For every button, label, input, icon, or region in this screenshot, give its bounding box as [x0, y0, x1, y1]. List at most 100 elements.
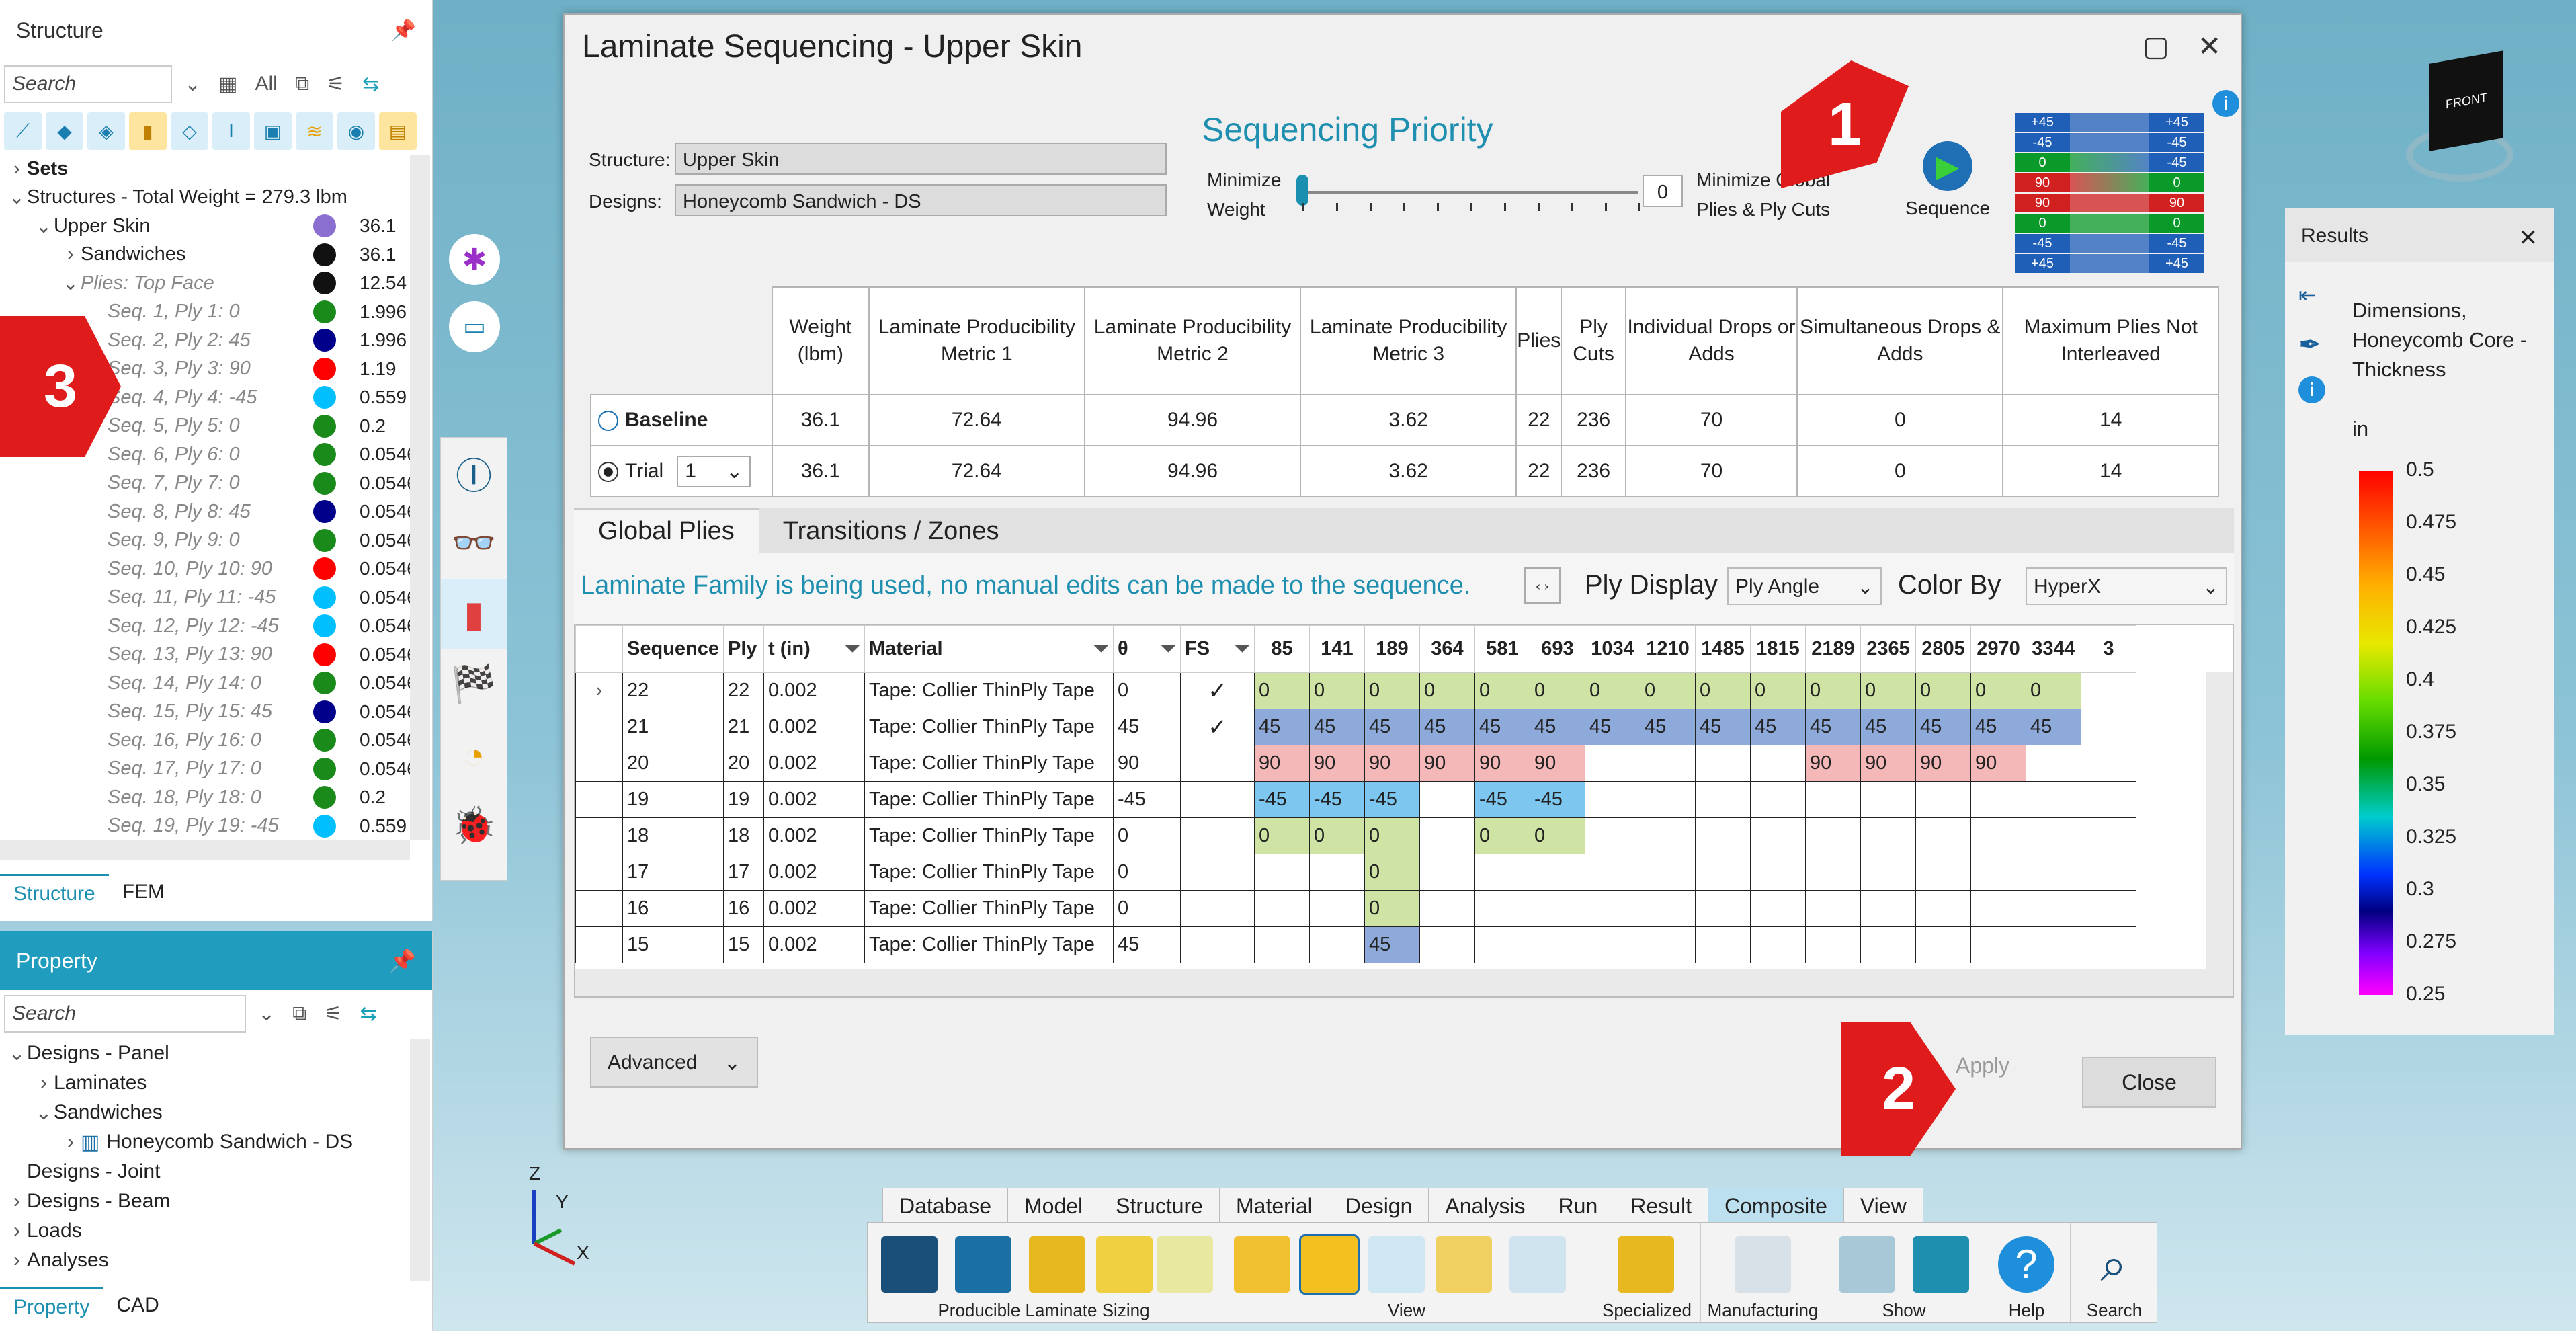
- property-tree-item[interactable]: › Analyses: [0, 1246, 410, 1275]
- property-scrollbar[interactable]: [410, 1039, 430, 1281]
- ribbon-tab[interactable]: Run: [1541, 1188, 1615, 1223]
- chevron-right-icon[interactable]: ›: [7, 1249, 27, 1272]
- eye-icon[interactable]: ◉: [337, 112, 375, 150]
- ibeam-icon[interactable]: Ι: [212, 112, 250, 150]
- filter-icon[interactable]: ⏷: [845, 638, 860, 660]
- table-row[interactable]: 17 17 0.002 Tape: Collier ThinPly Tape 0 0: [575, 854, 2136, 891]
- table-row[interactable]: 18 18 0.002 Tape: Collier ThinPly Tape 0 0 0 0 0…: [575, 817, 2136, 854]
- ply-display-select[interactable]: Ply Angle ⌄: [1727, 567, 1882, 605]
- grid-header[interactable]: Ply: [723, 625, 764, 673]
- ply-tree-item[interactable]: Seq. 10, Ply 10: 90 0.0546: [0, 555, 410, 583]
- tab-property[interactable]: Property: [0, 1287, 103, 1326]
- property-tree-item[interactable]: ⌄ Sandwiches: [0, 1098, 410, 1127]
- ribbon-tab[interactable]: Structure: [1099, 1188, 1220, 1223]
- layers-icon[interactable]: ≋: [296, 112, 333, 150]
- structure-tree-item[interactable]: › Sandwiches 36.1: [0, 241, 410, 270]
- ply-active-icon[interactable]: [1299, 1234, 1360, 1295]
- structure-scrollbar[interactable]: [410, 155, 430, 840]
- tab-structure[interactable]: Structure: [0, 874, 109, 912]
- filter-icon[interactable]: ▦: [213, 73, 243, 96]
- priority-slider-thumb[interactable]: [1296, 175, 1308, 206]
- chevron-right-icon[interactable]: ›: [60, 1131, 81, 1154]
- slider-value-field[interactable]: 0: [1643, 175, 1683, 207]
- laminate-table-icon[interactable]: [881, 1236, 938, 1293]
- ply-tree-item[interactable]: Seq. 17, Ply 17: 0 0.0546: [0, 755, 410, 784]
- chevron-right-icon[interactable]: ›: [7, 1219, 27, 1242]
- ply-stack-icon[interactable]: [1436, 1236, 1492, 1293]
- hierarchy-icon[interactable]: ⚟: [321, 73, 350, 96]
- ply-tree-item[interactable]: Seq. 16, Ply 16: 0 0.0546: [0, 726, 410, 755]
- grid-icon[interactable]: ▤: [379, 112, 417, 150]
- legend-icon[interactable]: ▮: [441, 579, 507, 649]
- trial-radio[interactable]: Trial 1 ⌄: [590, 445, 773, 497]
- structure-tree-item[interactable]: ⌄ Structures - Total Weight = 279.3 lbm: [0, 184, 410, 212]
- priority-slider-track[interactable]: [1302, 191, 1638, 194]
- structure-tree-item[interactable]: ⌄ Upper Skin 36.1: [0, 212, 410, 241]
- ply-tree-item[interactable]: Seq. 19, Ply 19: -45 0.559: [0, 812, 410, 841]
- ply-tree-item[interactable]: Seq. 9, Ply 9: 0 0.0546: [0, 526, 410, 555]
- ply-tree-item[interactable]: Seq. 8, Ply 8: 45 0.0546: [0, 497, 410, 526]
- structure-tree-item[interactable]: › Sets: [0, 155, 410, 184]
- panel-icon[interactable]: ◇: [171, 112, 208, 150]
- chevron-down-icon[interactable]: ⌄: [34, 1101, 54, 1125]
- ribbon-tab[interactable]: Result: [1614, 1188, 1708, 1223]
- property-tree-item[interactable]: ⌄ Designs - Panel: [0, 1039, 410, 1068]
- text-play-icon[interactable]: Ⓘ: [441, 438, 507, 508]
- ply-tree-item[interactable]: Seq. 15, Ply 15: 45 0.0546: [0, 698, 410, 727]
- row-selector[interactable]: [575, 745, 623, 782]
- chevron-down-icon[interactable]: ⌄: [253, 1002, 280, 1026]
- structure-tree-item[interactable]: ⌄ Plies: Top Face 12.54: [0, 269, 410, 298]
- ribbon-tab[interactable]: Analysis: [1428, 1188, 1542, 1223]
- table-row[interactable]: 16 16 0.002 Tape: Collier ThinPly Tape 0 0: [575, 890, 2136, 927]
- chevron-right-icon[interactable]: ›: [34, 1072, 54, 1094]
- ply-tree-item[interactable]: Seq. 11, Ply 11: -45 0.0546: [0, 583, 410, 612]
- property-tree-item[interactable]: › Laminates: [0, 1068, 410, 1098]
- help-icon[interactable]: ?: [1998, 1236, 2054, 1293]
- grid-vscrollbar[interactable]: [2206, 672, 2233, 972]
- table-row[interactable]: › 22 22 0.002 Tape: Collier ThinPly Tape 0 ✓ 0 0…: [575, 672, 2136, 709]
- property-tree-item[interactable]: › Loads: [0, 1216, 410, 1246]
- trial-number-select[interactable]: 1 ⌄: [677, 455, 751, 487]
- close-button[interactable]: Close: [2082, 1057, 2216, 1108]
- cube-icon[interactable]: ▣: [254, 112, 292, 150]
- chevron-down-icon[interactable]: ⌄: [34, 214, 54, 238]
- property-tree-item[interactable]: › Designs - Beam: [0, 1186, 410, 1216]
- sequence-button[interactable]: ▶ Sequence: [1901, 141, 1995, 229]
- tab-transitions-zones[interactable]: Transitions / Zones: [759, 510, 1024, 553]
- donut-icon[interactable]: ◔: [441, 720, 507, 791]
- radio-unselected-icon[interactable]: [598, 411, 618, 432]
- layers-gold-icon[interactable]: [1029, 1236, 1085, 1293]
- structure-search-input[interactable]: Search: [4, 65, 172, 103]
- row-selector[interactable]: [575, 709, 623, 745]
- structure-hscrollbar[interactable]: [0, 840, 410, 860]
- ply-tree-item[interactable]: Seq. 18, Ply 18: 0 0.2: [0, 783, 410, 812]
- pin-icon[interactable]: 📌: [389, 948, 416, 973]
- baseline-row[interactable]: Baseline 36.1 72.64 94.96 3.62 22 236 70…: [590, 394, 2219, 446]
- sync-icon[interactable]: ⇆: [357, 73, 384, 96]
- ply-tree-item[interactable]: Seq. 12, Ply 12: -45 0.0546: [0, 612, 410, 641]
- copy-icon[interactable]: ⧉: [287, 1002, 312, 1025]
- chevron-down-icon[interactable]: ⌄: [7, 186, 27, 209]
- filter-icon[interactable]: ⏷: [1161, 638, 1176, 660]
- chevron-down-icon[interactable]: ⌄: [7, 1042, 27, 1065]
- radio-selected-icon[interactable]: [598, 461, 618, 482]
- sync-icon[interactable]: ⇆: [354, 1002, 382, 1026]
- table-row[interactable]: 20 20 0.002 Tape: Collier ThinPly Tape 90 90 9…: [575, 745, 2136, 782]
- row-selector[interactable]: [575, 926, 623, 963]
- manufacturing-icon[interactable]: [1735, 1236, 1791, 1293]
- ply-outline-icon[interactable]: [1368, 1236, 1425, 1293]
- bug-icon[interactable]: 🐞: [441, 791, 507, 861]
- grid-header[interactable]: t (in) ⏷: [763, 625, 865, 673]
- grid-header[interactable]: Material ⏷: [864, 625, 1114, 673]
- ribbon-tab[interactable]: Material: [1218, 1188, 1329, 1223]
- hierarchy-icon[interactable]: ⚟: [319, 1002, 348, 1026]
- row-selector[interactable]: [575, 781, 623, 818]
- maximize-icon[interactable]: ▢: [2143, 30, 2169, 63]
- chevron-right-icon[interactable]: ›: [7, 158, 27, 180]
- fit-columns-icon[interactable]: ⇔: [1524, 567, 1561, 604]
- results-back-icon[interactable]: ⇤: [2298, 282, 2317, 308]
- beam-icon[interactable]: ▮: [129, 112, 167, 150]
- grid-header[interactable]: Sequence: [622, 625, 724, 673]
- tab-global-plies[interactable]: Global Plies: [574, 508, 759, 553]
- ply-tree-item[interactable]: Seq. 14, Ply 14: 0 0.0546: [0, 669, 410, 698]
